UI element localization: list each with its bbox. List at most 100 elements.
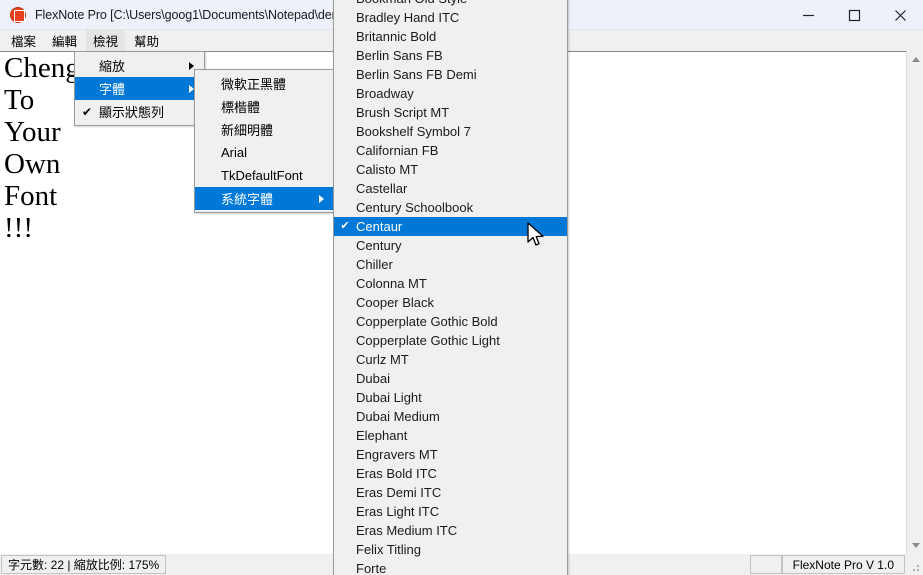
system-font-label: Engravers MT (356, 447, 438, 462)
system-font-item-1[interactable]: Bradley Hand ITC (334, 8, 567, 27)
system-font-label: Calisto MT (356, 162, 419, 177)
font-menu-item-label: 標楷體 (221, 100, 261, 115)
system-font-item-0[interactable]: Bookman Old Style (334, 0, 567, 8)
view-menu-item-label: 字體 (99, 82, 126, 97)
menubar-item-3[interactable]: 幫助 (127, 29, 166, 52)
font-menu-item-label: 新細明體 (221, 123, 274, 138)
font-menu-item-4[interactable]: TkDefaultFont (195, 164, 334, 187)
font-menu-item-0[interactable]: 微軟正黑體 (195, 72, 334, 95)
view-menu-item-0[interactable]: 縮放 (75, 54, 204, 77)
system-font-item-2[interactable]: Britannic Bold (334, 27, 567, 46)
resize-grip-icon[interactable] (905, 554, 923, 575)
system-font-label: Felix Titling (356, 542, 422, 557)
system-font-item-16[interactable]: Cooper Black (334, 293, 567, 312)
submenu-arrow-icon (312, 194, 330, 203)
system-font-item-3[interactable]: Berlin Sans FB (334, 46, 567, 65)
system-font-item-8[interactable]: Californian FB (334, 141, 567, 160)
status-left-text: 字元數: 22 | 縮放比例: 175% (1, 555, 167, 574)
application-window: FlexNote Pro [C:\Users\goog1\Documents\N… (0, 0, 923, 575)
scroll-up-icon[interactable] (907, 51, 923, 68)
system-font-item-10[interactable]: Castellar (334, 179, 567, 198)
font-menu-item-label: 系統字體 (221, 192, 274, 207)
system-font-item-24[interactable]: Engravers MT (334, 445, 567, 464)
window-title: FlexNote Pro [C:\Users\goog1\Documents\N… (35, 7, 342, 22)
system-font-label: Curlz MT (356, 352, 409, 367)
system-font-label: Dubai Medium (356, 409, 440, 424)
view-menu-item-label: 縮放 (99, 59, 126, 74)
font-menu-item-label: 微軟正黑體 (221, 77, 287, 92)
font-menu-item-3[interactable]: Arial (195, 141, 334, 164)
system-font-label: Eras Medium ITC (356, 523, 458, 538)
system-font-item-20[interactable]: Dubai (334, 369, 567, 388)
system-font-item-25[interactable]: Eras Bold ITC (334, 464, 567, 483)
system-font-item-23[interactable]: Elephant (334, 426, 567, 445)
font-menu-item-1[interactable]: 標楷體 (195, 95, 334, 118)
system-font-label: Colonna MT (356, 276, 427, 291)
system-font-item-18[interactable]: Copperplate Gothic Light (334, 331, 567, 350)
system-font-item-6[interactable]: Brush Script MT (334, 103, 567, 122)
font-menu-item-label: TkDefaultFont (221, 168, 303, 183)
system-font-item-12[interactable]: ✔ Centaur (334, 217, 567, 236)
system-font-label: Chiller (356, 257, 393, 272)
system-font-label: Eras Light ITC (356, 504, 440, 519)
system-font-label: Eras Bold ITC (356, 466, 437, 481)
system-font-item-28[interactable]: Eras Medium ITC (334, 521, 567, 540)
system-font-label: Berlin Sans FB Demi (356, 67, 477, 82)
system-font-label: Castellar (356, 181, 408, 196)
system-font-item-15[interactable]: Colonna MT (334, 274, 567, 293)
menubar-item-0[interactable]: 檔案 (4, 29, 43, 52)
system-font-label: Britannic Bold (356, 29, 437, 44)
system-font-label: Bookshelf Symbol 7 (356, 124, 471, 139)
system-font-item-22[interactable]: Dubai Medium (334, 407, 567, 426)
view-menu-item-1[interactable]: 字體 (75, 77, 204, 100)
system-font-label: Cooper Black (356, 295, 435, 310)
system-font-item-27[interactable]: Eras Light ITC (334, 502, 567, 521)
checkmark-icon: ✔ (81, 104, 93, 119)
font-submenu: 微軟正黑體標楷體新細明體 Arial TkDefaultFont 系統字體 (194, 69, 335, 213)
system-font-item-9[interactable]: Calisto MT (334, 160, 567, 179)
view-dropdown-menu: 縮放字體 ✔ 顯示狀態列 (74, 51, 205, 126)
close-icon[interactable] (877, 0, 923, 30)
checkmark-icon: ✔ (340, 220, 350, 232)
system-font-label: Eras Demi ITC (356, 485, 442, 500)
menubar-item-1[interactable]: 編輯 (45, 29, 84, 52)
system-font-item-14[interactable]: Chiller (334, 255, 567, 274)
system-font-item-4[interactable]: Berlin Sans FB Demi (334, 65, 567, 84)
system-fonts-submenu: Bookman Old Style Bradley Hand ITC Britann… (333, 0, 568, 575)
system-font-item-29[interactable]: Felix Titling (334, 540, 567, 559)
font-menu-item-2[interactable]: 新細明體 (195, 118, 334, 141)
system-font-item-5[interactable]: Broadway (334, 84, 567, 103)
system-font-item-17[interactable]: Copperplate Gothic Bold (334, 312, 567, 331)
system-font-item-19[interactable]: Curlz MT (334, 350, 567, 369)
system-font-label: Centaur (356, 219, 403, 234)
system-font-label: Bookman Old Style (356, 0, 567, 6)
system-font-label: Forte (356, 561, 387, 575)
status-right-text: FlexNote Pro V 1.0 (781, 555, 905, 574)
menubar-item-2[interactable]: 檢視 (86, 28, 126, 52)
editor-vertical-scrollbar[interactable] (906, 51, 923, 554)
system-font-item-26[interactable]: Eras Demi ITC (334, 483, 567, 502)
status-middle-panel (749, 555, 782, 574)
maximize-icon[interactable] (831, 0, 877, 30)
system-font-label: Century (356, 238, 402, 253)
system-font-item-21[interactable]: Dubai Light (334, 388, 567, 407)
system-font-label: Californian FB (356, 143, 439, 158)
system-font-label: Berlin Sans FB (356, 48, 443, 63)
system-font-item-11[interactable]: Century Schoolbook (334, 198, 567, 217)
system-font-item-13[interactable]: Century (334, 236, 567, 255)
scroll-down-icon[interactable] (907, 537, 923, 554)
system-font-item-7[interactable]: Bookshelf Symbol 7 (334, 122, 567, 141)
system-font-label: Dubai Light (356, 390, 422, 405)
system-font-label: Copperplate Gothic Light (356, 333, 500, 348)
system-font-label: Elephant (356, 428, 408, 443)
system-font-item-30[interactable]: Forte (334, 559, 567, 575)
font-menu-item-label: Arial (221, 145, 248, 160)
minimize-icon[interactable] (785, 0, 831, 30)
system-font-label: Century Schoolbook (356, 200, 474, 215)
font-menu-item-5[interactable]: 系統字體 (195, 187, 334, 210)
view-menu-item-2[interactable]: ✔ 顯示狀態列 (75, 100, 204, 123)
window-controls (785, 0, 923, 30)
system-font-label: Bradley Hand ITC (356, 10, 460, 25)
system-font-label: Broadway (356, 86, 414, 101)
system-font-label: Brush Script MT (356, 105, 450, 120)
